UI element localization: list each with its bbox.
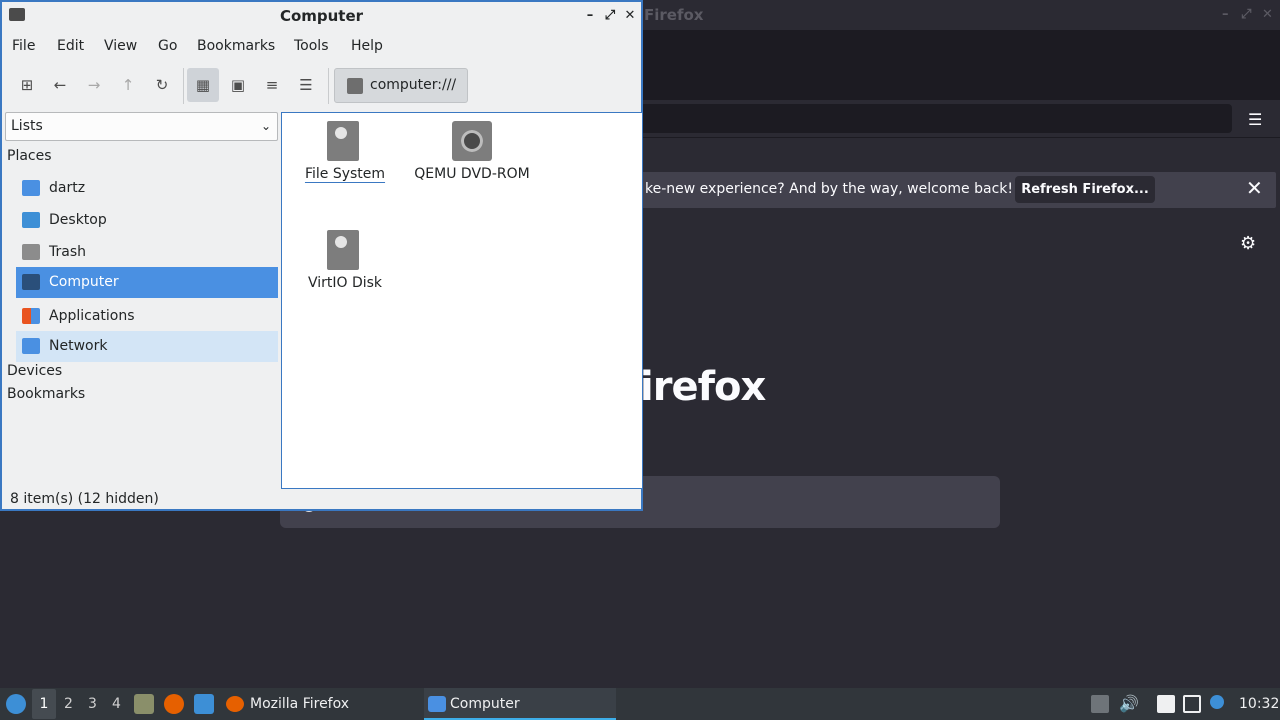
clipboard-icon[interactable] xyxy=(1157,695,1175,713)
home-folder-icon xyxy=(22,180,40,196)
drive-icon xyxy=(347,78,363,94)
firefox-url-bar[interactable] xyxy=(640,104,1232,133)
menubar: File Edit View Go Bookmarks Tools Help xyxy=(2,32,641,60)
sidebar-item-label: Network xyxy=(49,338,108,354)
file-item-virtio-disk[interactable]: VirtIO Disk xyxy=(280,230,410,294)
sidebar-item-label: Computer xyxy=(49,274,119,290)
file-view[interactable]: File System QEMU DVD-ROM VirtIO Disk xyxy=(281,112,643,489)
computer-icon xyxy=(22,274,40,290)
workspace-3[interactable]: 3 xyxy=(88,696,97,712)
menu-help[interactable]: Help xyxy=(351,38,383,54)
network-icon xyxy=(22,338,40,354)
firefox-maximize-button[interactable]: ⤢ xyxy=(1241,0,1251,30)
desktop: Firefox – ⤢ ✕ ☰ ke-new experience? And b… xyxy=(0,0,1280,688)
folder-icon xyxy=(428,696,446,712)
bookmarks-header[interactable]: Bookmarks xyxy=(7,386,85,402)
file-manager-window: Computer – ⤢ ✕ File Edit View Go Bookmar… xyxy=(0,0,643,511)
toolbar-separator xyxy=(328,68,329,104)
clock[interactable]: 10:32 xyxy=(1239,688,1279,720)
sidebar-item-computer[interactable]: Computer xyxy=(16,267,278,298)
tray-up-icon[interactable] xyxy=(1091,695,1109,713)
firefox-notification-bar: ke-new experience? And by the way, welco… xyxy=(640,172,1276,208)
window-titlebar[interactable]: Computer – ⤢ ✕ xyxy=(2,2,641,30)
file-item-qemu-dvd-rom[interactable]: QEMU DVD-ROM xyxy=(407,121,537,185)
notification-message: ke-new experience? And by the way, welco… xyxy=(645,181,1013,197)
places-header[interactable]: Places xyxy=(7,148,52,164)
optical-disc-icon xyxy=(452,121,492,161)
hamburger-menu-icon[interactable]: ☰ xyxy=(1248,110,1262,129)
minimize-button[interactable]: – xyxy=(580,2,600,30)
side-pane-mode-select[interactable]: Lists ⌄ xyxy=(5,112,278,141)
drive-icon xyxy=(327,121,359,161)
thumbnail-view-icon[interactable]: ▣ xyxy=(227,74,249,96)
firefox-icon xyxy=(226,696,244,712)
sidebar-item-dartz[interactable]: dartz xyxy=(16,173,278,204)
reload-icon[interactable]: ↻ xyxy=(151,74,173,96)
location-path: computer:/// xyxy=(370,77,457,93)
sidebar-item-network[interactable]: Network xyxy=(16,331,278,362)
file-item-file-system[interactable]: File System xyxy=(280,121,410,185)
close-button[interactable]: ✕ xyxy=(620,2,640,30)
firefox-launcher-icon[interactable] xyxy=(164,694,184,714)
status-bar: 8 item(s) (12 hidden) xyxy=(10,491,159,507)
file-item-label: VirtIO Disk xyxy=(307,275,383,291)
drive-icon xyxy=(327,230,359,270)
location-button[interactable]: computer:/// xyxy=(334,68,468,103)
task-label: Computer xyxy=(450,696,520,712)
show-desktop-icon[interactable] xyxy=(194,694,214,714)
menu-bookmarks[interactable]: Bookmarks xyxy=(197,38,275,54)
firefox-window-title: Firefox xyxy=(644,6,704,24)
start-menu-icon[interactable] xyxy=(6,694,26,714)
sidebar-item-label: Desktop xyxy=(49,212,107,228)
file-item-label: File System xyxy=(304,166,386,182)
side-pane-mode-value: Lists xyxy=(11,118,43,134)
sidebar-item-label: Trash xyxy=(49,244,86,260)
sidebar-item-applications[interactable]: Applications xyxy=(16,301,278,332)
workspace-2[interactable]: 2 xyxy=(64,696,73,712)
firefox-close-button[interactable]: ✕ xyxy=(1262,0,1273,30)
menu-file[interactable]: File xyxy=(12,38,35,54)
refresh-firefox-button[interactable]: Refresh Firefox... xyxy=(1015,176,1155,203)
icon-view-icon[interactable]: ▦ xyxy=(187,68,219,102)
forward-icon[interactable]: → xyxy=(83,74,105,96)
update-notifier-icon[interactable] xyxy=(1210,695,1224,709)
menu-view[interactable]: View xyxy=(104,38,137,54)
close-icon[interactable]: ✕ xyxy=(1246,176,1263,200)
task-computer[interactable]: Computer xyxy=(424,688,616,720)
detailed-list-view-icon[interactable]: ☰ xyxy=(295,74,317,96)
network-status-icon[interactable] xyxy=(1183,695,1201,713)
trash-icon xyxy=(22,244,40,260)
desktop-icon xyxy=(22,212,40,228)
menu-edit[interactable]: Edit xyxy=(57,38,84,54)
menu-go[interactable]: Go xyxy=(158,38,177,54)
devices-header[interactable]: Devices xyxy=(7,363,62,379)
sidebar-item-trash[interactable]: Trash xyxy=(16,237,278,268)
workspace-4[interactable]: 4 xyxy=(112,696,121,712)
sidebar-item-label: Applications xyxy=(49,308,135,324)
sidebar-item-desktop[interactable]: Desktop xyxy=(16,205,278,236)
window-title: Computer xyxy=(279,7,364,25)
toolbar-separator xyxy=(183,68,184,104)
file-manager-launcher-icon[interactable] xyxy=(134,694,154,714)
chevron-down-icon: ⌄ xyxy=(260,119,271,133)
folder-icon xyxy=(9,8,25,21)
up-icon[interactable]: ↑ xyxy=(117,74,139,96)
taskbar: 1 2 3 4 Mozilla Firefox Computer 🔊 10:32 xyxy=(0,688,1280,720)
firefox-minimize-button[interactable]: – xyxy=(1222,0,1229,30)
volume-icon[interactable]: 🔊 xyxy=(1119,695,1139,713)
sidebar-item-label: dartz xyxy=(49,180,86,196)
firefox-brand-text: irefox xyxy=(640,364,766,410)
back-icon[interactable]: ← xyxy=(49,74,71,96)
new-tab-icon[interactable]: ⊞ xyxy=(16,74,38,96)
task-label: Mozilla Firefox xyxy=(250,696,350,712)
applications-icon xyxy=(22,308,40,324)
file-item-label: QEMU DVD-ROM xyxy=(414,166,530,182)
compact-view-icon[interactable]: ≡ xyxy=(261,74,283,96)
toolbar: ⊞ ← → ↑ ↻ ▦ ▣ ≡ ☰ computer:/// xyxy=(2,64,641,108)
menu-tools[interactable]: Tools xyxy=(294,38,329,54)
gear-icon[interactable]: ⚙ xyxy=(1240,233,1256,254)
maximize-button[interactable]: ⤢ xyxy=(600,2,620,30)
workspace-1[interactable]: 1 xyxy=(32,689,56,719)
task-mozilla-firefox[interactable]: Mozilla Firefox xyxy=(226,688,418,720)
